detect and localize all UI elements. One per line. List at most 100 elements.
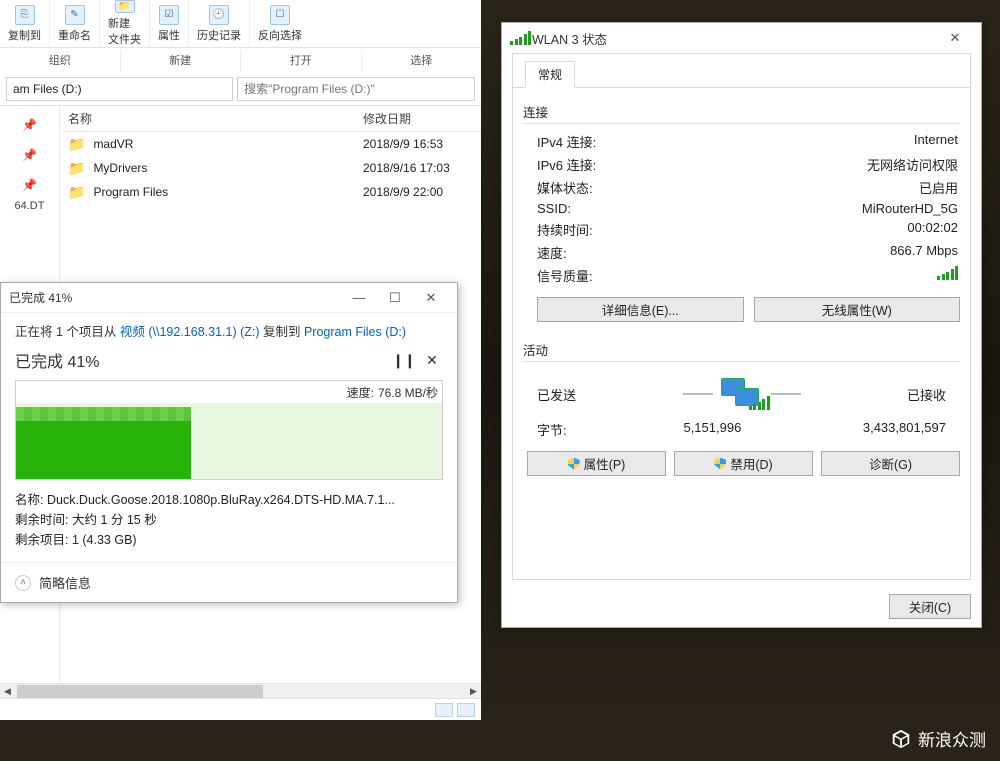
kv-ssid: SSID: MiRouterHD_5G: [523, 199, 960, 218]
status-bar: [0, 698, 481, 720]
tabstrip: 常规: [513, 54, 970, 88]
view-large-button[interactable]: [457, 703, 475, 717]
activity-graphic: 已发送 已接收: [523, 368, 960, 416]
diagnose-button[interactable]: 诊断(G): [821, 451, 960, 476]
search-box[interactable]: [237, 77, 475, 101]
kv-key: IPv4 连接:: [537, 132, 596, 151]
pin-icon[interactable]: 📌: [0, 110, 59, 140]
list-item[interactable]: 📁madVR2018/9/9 16:53: [60, 132, 481, 156]
detail-row: 剩余时间: 大约 1 分 15 秒: [15, 510, 443, 530]
ribbon-invert-select[interactable]: ☐反向选择: [250, 0, 310, 47]
kv-value: MiRouterHD_5G: [862, 201, 958, 216]
kv-value: 00:02:02: [907, 220, 958, 239]
file-name: MyDrivers: [93, 161, 363, 175]
scroll-right-icon[interactable]: ▶: [466, 685, 481, 698]
dialog-title: 已完成 41%: [9, 289, 72, 306]
kv-key: 信号质量:: [537, 266, 593, 285]
pin-icon[interactable]: 📌: [0, 170, 59, 200]
pause-button[interactable]: ❙❙: [393, 349, 415, 371]
scroll-left-icon[interactable]: ◀: [0, 685, 15, 698]
maximize-button[interactable]: ☐: [377, 287, 413, 309]
ribbon-group-label: 组织: [0, 50, 121, 72]
ribbon-new-folder[interactable]: 📁新建 文件夹: [100, 0, 150, 47]
ribbon-properties[interactable]: ☑属性: [150, 0, 189, 47]
detail-value: 大约 1 分 15 秒: [72, 513, 157, 527]
sent-dash-icon: [683, 393, 713, 395]
chart-graph: [16, 403, 442, 479]
cube-icon: [890, 728, 912, 750]
kv-value: 已启用: [919, 178, 958, 197]
disable-button[interactable]: 禁用(D): [674, 451, 813, 476]
close-button[interactable]: ✕: [413, 287, 449, 309]
minimize-button[interactable]: —: [341, 287, 377, 309]
kv-key: 速度:: [537, 243, 567, 262]
col-name[interactable]: 名称: [68, 110, 363, 127]
wlan-titlebar[interactable]: WLAN 3 状态 ✕: [502, 23, 981, 53]
kv-key: SSID:: [537, 201, 571, 216]
rename-icon: ✎: [65, 5, 85, 25]
pin-icon[interactable]: 📌: [0, 140, 59, 170]
more-info-label: 简略信息: [39, 573, 91, 592]
history-icon: 🕘: [209, 5, 229, 25]
detail-label: 剩余项目:: [15, 533, 68, 547]
kv-ipv4: IPv4 连接: Internet: [523, 130, 960, 153]
ribbon-rename[interactable]: ✎重命名: [50, 0, 100, 47]
ribbon-group-label: 选择: [362, 50, 482, 72]
kv-duration: 持续时间: 00:02:02: [523, 218, 960, 241]
tree-item-label[interactable]: 64.DT: [0, 200, 59, 212]
kv-key: 持续时间:: [537, 220, 593, 239]
search-input[interactable]: [244, 82, 468, 96]
watermark: 新浪众测: [890, 726, 986, 751]
speed-label: 速度:: [347, 384, 374, 401]
col-date[interactable]: 修改日期: [363, 110, 481, 127]
copy-desc-mid: 复制到: [260, 325, 304, 339]
list-header[interactable]: 名称 修改日期: [60, 106, 481, 132]
kv-ipv6: IPv6 连接:无网络访问权限: [523, 153, 960, 176]
list-item[interactable]: 📁Program Files2018/9/9 22:00: [60, 180, 481, 204]
bytes-row: 字节: 5,151,996 3,433,801,597: [523, 416, 960, 449]
view-details-button[interactable]: [435, 703, 453, 717]
details-button[interactable]: 详细信息(E)...: [537, 297, 744, 322]
file-name: madVR: [93, 137, 363, 151]
detail-row: 名称: Duck.Duck.Goose.2018.1080p.BluRay.x2…: [15, 490, 443, 510]
copy-icon: ⎘: [15, 5, 35, 25]
invert-select-icon: ☐: [270, 5, 290, 25]
btn-label: 禁用(D): [730, 454, 772, 473]
folder-icon: 📁: [68, 160, 85, 177]
scrollbar-h[interactable]: ◀ ▶: [0, 683, 481, 698]
btn-label: 诊断(G): [869, 454, 912, 473]
more-info-toggle[interactable]: ˄ 简略信息: [1, 562, 457, 602]
sent-label: 已发送: [537, 385, 576, 404]
copy-progress-dialog: 已完成 41% — ☐ ✕ 正在将 1 个项目从 视频 (\\192.168.3…: [0, 282, 458, 603]
tab-general[interactable]: 常规: [525, 61, 575, 88]
ribbon-copy-to[interactable]: ⎘复制到: [0, 0, 50, 47]
copy-description: 正在将 1 个项目从 视频 (\\192.168.31.1) (Z:) 复制到 …: [1, 313, 457, 344]
properties-button[interactable]: 属性(P): [527, 451, 666, 476]
speed-value: 76.8 MB/秒: [378, 384, 438, 401]
file-date: 2018/9/9 22:00: [363, 185, 481, 199]
dialog-titlebar[interactable]: 已完成 41% — ☐ ✕: [1, 283, 457, 313]
address-bar: am Files (D:): [0, 72, 481, 106]
ribbon-history[interactable]: 🕘历史记录: [189, 0, 250, 47]
kv-value: Internet: [914, 132, 958, 151]
ribbon-toolbar: ⎘复制到 ✎重命名 📁新建 文件夹 ☑属性 🕘历史记录 ☐反向选择: [0, 0, 481, 48]
copy-dst-link[interactable]: Program Files (D:): [304, 325, 406, 339]
wireless-props-button[interactable]: 无线属性(W): [754, 297, 961, 322]
close-button[interactable]: ✕: [937, 27, 973, 49]
close-button[interactable]: 关闭(C): [889, 594, 971, 619]
detail-row: 剩余项目: 1 (4.33 GB): [15, 530, 443, 550]
file-name: Program Files: [93, 185, 363, 199]
scroll-thumb[interactable]: [17, 685, 263, 698]
cancel-button[interactable]: ✕: [421, 349, 443, 371]
kv-key: 媒体状态:: [537, 178, 593, 197]
copy-src-link[interactable]: 视频 (\\192.168.31.1) (Z:): [120, 325, 260, 339]
watermark-text: 新浪众测: [918, 726, 986, 751]
ribbon-group-label: 新建: [121, 50, 242, 72]
scroll-track[interactable]: [17, 685, 464, 698]
network-icon: [721, 378, 763, 410]
ribbon-group-label: 打开: [241, 50, 362, 72]
list-item[interactable]: 📁MyDrivers2018/9/16 17:03: [60, 156, 481, 180]
folder-icon: 📁: [68, 136, 85, 153]
address-box[interactable]: am Files (D:): [6, 77, 233, 101]
kv-signal: 信号质量:: [523, 264, 960, 287]
